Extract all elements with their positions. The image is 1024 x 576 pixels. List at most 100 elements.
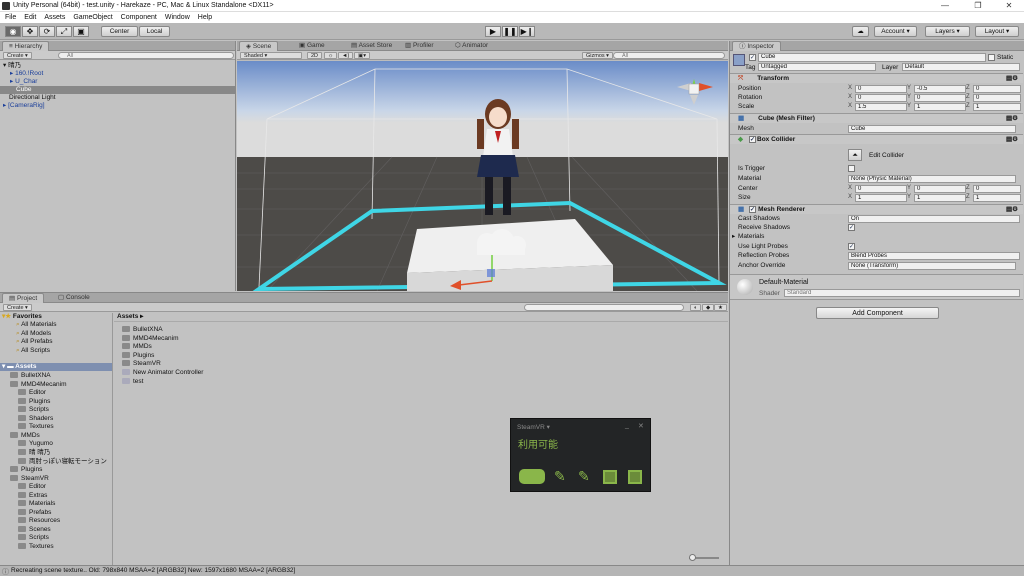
light-probes-checkbox[interactable]: ✓ bbox=[848, 243, 855, 250]
hierarchy-item-scene[interactable]: ▾ 晴乃 bbox=[0, 62, 236, 70]
favorites-header[interactable]: ▾★ Favorites bbox=[2, 313, 42, 321]
audio-toggle-icon[interactable]: ◄) bbox=[338, 52, 354, 59]
component-menu-icon[interactable]: ▤⚙ bbox=[1006, 135, 1018, 145]
position-y-field[interactable]: -0.5 bbox=[914, 85, 966, 93]
tree-folder[interactable]: Yugumo bbox=[18, 440, 53, 448]
is-trigger-checkbox[interactable] bbox=[848, 165, 855, 172]
layout-dropdown[interactable]: Layout ▾ bbox=[975, 26, 1019, 37]
tab-console[interactable]: ▢ Console bbox=[52, 293, 96, 303]
collider-material-field[interactable]: None (Physic Material) bbox=[848, 175, 1016, 183]
size-y-field[interactable]: 1 bbox=[914, 194, 966, 202]
menu-gameobject[interactable]: GameObject bbox=[73, 12, 112, 23]
tree-folder[interactable]: Plugins bbox=[18, 397, 50, 406]
anchor-override-field[interactable]: None (Transform) bbox=[848, 262, 1016, 270]
material-section[interactable]: Default-Material Shader Standard bbox=[730, 274, 1023, 300]
tree-folder[interactable]: Scripts bbox=[18, 406, 49, 414]
minimize-button[interactable]: — bbox=[930, 0, 960, 12]
pivot-local-button[interactable]: Local bbox=[139, 26, 170, 37]
hierarchy-item-uchar[interactable]: ▸ U_Char bbox=[0, 78, 37, 86]
tree-folder[interactable]: Scripts bbox=[18, 534, 49, 542]
assets-root[interactable]: ▾ ▬ Assets bbox=[0, 363, 112, 371]
tab-game[interactable]: ▣ Game bbox=[293, 41, 331, 51]
tab-project[interactable]: ▤ Project bbox=[2, 293, 45, 303]
steamvr-controller-icon[interactable]: ✎ bbox=[578, 468, 590, 485]
maximize-button[interactable]: ❐ bbox=[963, 0, 993, 12]
reflection-probes-dropdown[interactable]: Blend Probes bbox=[848, 252, 1020, 260]
tab-asset-store[interactable]: ▤ Asset Store bbox=[345, 41, 398, 51]
tree-folder[interactable]: Plugins bbox=[10, 466, 42, 474]
favorite-item[interactable]: ⌕ All Scripts bbox=[16, 347, 50, 355]
gizmos-dropdown[interactable]: Gizmos ▾ bbox=[582, 52, 613, 59]
asset-item[interactable]: Plugins bbox=[122, 351, 154, 360]
steamvr-basestation-icon[interactable] bbox=[628, 470, 642, 484]
hierarchy-search-input[interactable]: All bbox=[58, 52, 234, 59]
add-component-button[interactable]: Add Component bbox=[816, 307, 939, 319]
object-name-field[interactable]: Cube bbox=[758, 53, 986, 62]
center-y-field[interactable]: 0 bbox=[914, 185, 966, 193]
favorite-item[interactable]: ⌕ All Models bbox=[16, 330, 51, 338]
tab-scene[interactable]: ◈ Scene bbox=[239, 41, 279, 51]
rect-tool-icon[interactable]: ▣ bbox=[73, 26, 89, 37]
scene-viewport[interactable] bbox=[237, 61, 728, 291]
move-tool-icon[interactable]: ✥ bbox=[22, 26, 38, 37]
layer-dropdown[interactable]: Default bbox=[902, 63, 1020, 71]
mesh-field[interactable]: Cube bbox=[848, 125, 1016, 133]
scale-y-field[interactable]: 1 bbox=[914, 103, 966, 111]
lighting-toggle-icon[interactable]: ☼ bbox=[324, 52, 338, 59]
box-collider-header[interactable]: ◆ ✓ Box Collider ▤⚙ bbox=[730, 134, 1023, 144]
close-button[interactable]: ✕ bbox=[994, 0, 1024, 12]
menu-assets[interactable]: Assets bbox=[44, 12, 65, 23]
asset-item[interactable]: SteamVR bbox=[122, 360, 161, 368]
steamvr-basestation-icon[interactable] bbox=[603, 470, 617, 484]
box-collider-enabled-checkbox[interactable]: ✓ bbox=[749, 136, 756, 143]
favorite-item[interactable]: ⌕ All Prefabs bbox=[16, 338, 53, 346]
menu-component[interactable]: Component bbox=[121, 12, 157, 23]
effects-toggle-icon[interactable]: ▣▾ bbox=[354, 52, 370, 59]
tree-folder[interactable]: Textures bbox=[18, 423, 54, 431]
scale-z-field[interactable]: 1 bbox=[973, 103, 1021, 111]
tree-folder[interactable]: Textures bbox=[18, 543, 54, 551]
receive-shadows-checkbox[interactable]: ✓ bbox=[848, 224, 855, 231]
favorite-item[interactable]: ⌕ All Materials bbox=[16, 321, 57, 329]
layers-dropdown[interactable]: Layers ▾ bbox=[925, 26, 970, 37]
2d-toggle-button[interactable]: 2D bbox=[307, 52, 323, 59]
edit-collider-button[interactable]: ⏶ bbox=[848, 149, 862, 161]
favorite-star-icon[interactable]: ★ bbox=[714, 304, 727, 311]
scene-search-input[interactable]: All bbox=[613, 52, 725, 59]
cast-shadows-dropdown[interactable]: On bbox=[848, 215, 1020, 223]
hierarchy-item-camerarig[interactable]: ▸ [CameraRig] bbox=[0, 102, 45, 110]
hand-tool-icon[interactable]: ◉ bbox=[5, 26, 21, 37]
active-checkbox[interactable]: ✓ bbox=[749, 54, 756, 61]
project-search-input[interactable] bbox=[524, 304, 684, 311]
filter-label-icon[interactable]: ◆ bbox=[702, 304, 715, 311]
steamvr-controller-icon[interactable]: ✎ bbox=[554, 468, 566, 485]
mesh-renderer-enabled-checkbox[interactable]: ✓ bbox=[749, 206, 756, 213]
close-icon[interactable]: ✕ bbox=[638, 422, 644, 430]
minimize-icon[interactable]: _ bbox=[625, 422, 629, 429]
component-menu-icon[interactable]: ▤⚙ bbox=[1006, 74, 1018, 84]
mesh-filter-header[interactable]: ▦ Cube (Mesh Filter) ▤⚙ bbox=[730, 113, 1023, 123]
asset-item[interactable]: MMDs bbox=[122, 343, 152, 351]
component-menu-icon[interactable]: ▤⚙ bbox=[1006, 114, 1018, 124]
rotation-x-field[interactable]: 0 bbox=[855, 94, 907, 102]
breadcrumb[interactable]: Assets ▸ bbox=[117, 313, 143, 321]
tree-folder[interactable]: 両肘っぽい寝転モーション bbox=[18, 457, 107, 466]
cloud-button[interactable]: ☁ bbox=[852, 26, 869, 37]
tree-folder[interactable]: MMD4Mecanim bbox=[10, 380, 67, 389]
center-z-field[interactable]: 0 bbox=[973, 185, 1021, 193]
pivot-center-button[interactable]: Center bbox=[101, 26, 138, 37]
steamvr-title[interactable]: SteamVR ▾ bbox=[517, 423, 550, 431]
tree-folder[interactable]: Editor bbox=[18, 483, 46, 491]
play-icon[interactable]: ▶ bbox=[485, 26, 501, 37]
steamvr-headset-icon[interactable] bbox=[519, 469, 545, 484]
materials-row[interactable]: ▸ Materials bbox=[730, 232, 1023, 241]
menu-file[interactable]: File bbox=[5, 12, 16, 23]
tree-folder[interactable]: Extras bbox=[18, 491, 47, 500]
tree-folder[interactable]: Editor bbox=[18, 389, 46, 397]
transform-header[interactable]: ⤧ Transform ▤⚙ bbox=[730, 73, 1023, 83]
zoom-slider-handle[interactable] bbox=[689, 554, 696, 561]
zoom-slider[interactable] bbox=[689, 554, 719, 561]
tree-folder[interactable]: SteamVR bbox=[10, 474, 49, 483]
position-x-field[interactable]: 0 bbox=[855, 85, 907, 93]
tab-hierarchy[interactable]: ≡ Hierarchy bbox=[2, 41, 50, 51]
